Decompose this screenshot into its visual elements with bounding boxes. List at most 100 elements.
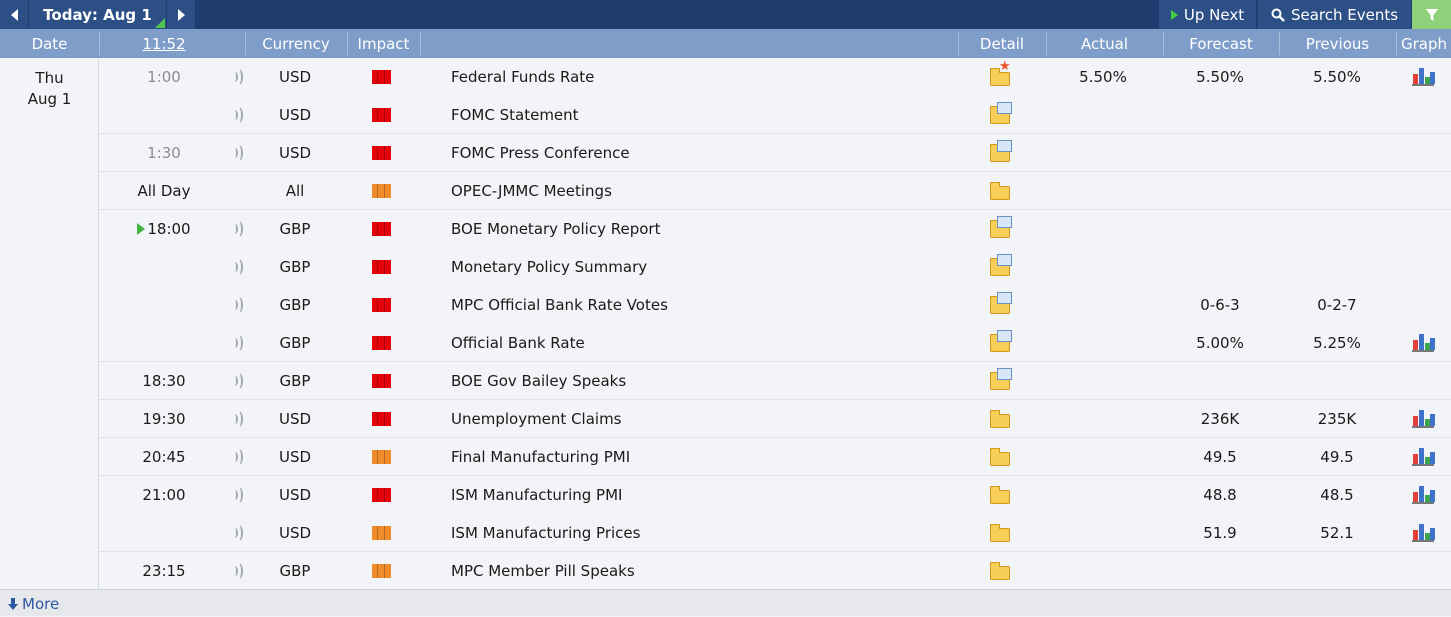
folder-icon[interactable] — [990, 524, 1010, 542]
more-link[interactable]: More — [8, 590, 59, 617]
bar-chart-icon[interactable] — [1412, 486, 1435, 504]
event-row[interactable]: 23:15 GBP MPC Member Pill Speaks — [99, 552, 1451, 590]
graph-cell[interactable] — [1399, 400, 1447, 438]
event-row[interactable]: GBP Official Bank Rate 5.00% 5.25% — [99, 324, 1451, 362]
detail-cell[interactable] — [985, 134, 1015, 172]
event-title[interactable]: FOMC Press Conference — [451, 134, 951, 172]
sound-wave-icon[interactable] — [232, 373, 243, 389]
previous-day-button[interactable] — [0, 0, 28, 29]
graph-cell[interactable] — [1399, 552, 1447, 590]
detail-cell[interactable] — [985, 172, 1015, 210]
folder-icon[interactable] — [990, 486, 1010, 504]
up-next-button[interactable]: Up Next — [1159, 0, 1256, 29]
folder-icon[interactable] — [990, 410, 1010, 428]
event-title[interactable]: BOE Monetary Policy Report — [451, 210, 951, 248]
sound-wave-icon[interactable] — [232, 69, 243, 85]
bar-chart-icon[interactable] — [1412, 68, 1435, 86]
folder-icon[interactable] — [990, 448, 1010, 466]
sound-wave-icon[interactable] — [232, 563, 243, 579]
event-row[interactable]: 1:30 USD FOMC Press Conference — [99, 134, 1451, 172]
event-row[interactable]: 18:30 GBP BOE Gov Bailey Speaks — [99, 362, 1451, 400]
sound-alert-cell[interactable] — [227, 210, 247, 248]
graph-cell[interactable] — [1399, 362, 1447, 400]
event-title[interactable]: BOE Gov Bailey Speaks — [451, 362, 951, 400]
sound-wave-icon[interactable] — [232, 221, 243, 237]
event-row[interactable]: GBP Monetary Policy Summary — [99, 248, 1451, 286]
detail-cell[interactable] — [985, 476, 1015, 514]
detail-cell[interactable] — [985, 248, 1015, 286]
folder-document-icon[interactable] — [990, 140, 1012, 162]
graph-cell[interactable] — [1399, 134, 1447, 172]
event-title[interactable]: Official Bank Rate — [451, 324, 951, 362]
next-day-button[interactable] — [167, 0, 195, 29]
filter-button[interactable] — [1412, 0, 1451, 29]
graph-cell[interactable] — [1399, 514, 1447, 552]
today-button[interactable]: Today: Aug 1 — [29, 0, 166, 29]
graph-cell[interactable] — [1399, 476, 1447, 514]
event-row[interactable]: 20:45 USD Final Manufacturing PMI 49.5 49.5 — [99, 438, 1451, 476]
detail-cell[interactable] — [985, 286, 1015, 324]
detail-cell[interactable] — [985, 210, 1015, 248]
folder-icon[interactable] — [990, 182, 1010, 200]
sound-alert-cell[interactable] — [227, 552, 247, 590]
detail-cell[interactable] — [985, 96, 1015, 134]
sound-alert-cell[interactable] — [227, 58, 247, 96]
event-title[interactable]: Final Manufacturing PMI — [451, 438, 951, 476]
graph-cell[interactable] — [1399, 58, 1447, 96]
event-title[interactable]: ISM Manufacturing Prices — [451, 514, 951, 552]
bar-chart-icon[interactable] — [1412, 410, 1435, 428]
detail-cell[interactable] — [985, 324, 1015, 362]
current-time-link[interactable]: 11:52 — [100, 29, 228, 58]
event-title[interactable]: ISM Manufacturing PMI — [451, 476, 951, 514]
search-events-button[interactable]: Search Events — [1258, 0, 1411, 29]
event-title[interactable]: Monetary Policy Summary — [451, 248, 951, 286]
detail-cell[interactable] — [985, 58, 1015, 96]
event-row[interactable]: USD FOMC Statement — [99, 96, 1451, 134]
event-row[interactable]: USD ISM Manufacturing Prices 51.9 52.1 — [99, 514, 1451, 552]
sound-alert-cell[interactable] — [227, 324, 247, 362]
bar-chart-icon[interactable] — [1412, 334, 1435, 352]
folder-document-icon[interactable] — [990, 254, 1012, 276]
folder-icon[interactable] — [990, 562, 1010, 580]
folder-document-icon[interactable] — [990, 330, 1012, 352]
graph-cell[interactable] — [1399, 210, 1447, 248]
sound-alert-cell[interactable] — [227, 438, 247, 476]
folder-document-icon[interactable] — [990, 292, 1012, 314]
graph-cell[interactable] — [1399, 324, 1447, 362]
sound-alert-cell[interactable] — [227, 96, 247, 134]
event-title[interactable]: Unemployment Claims — [451, 400, 951, 438]
event-row[interactable]: 19:30 USD Unemployment Claims 236K 235K — [99, 400, 1451, 438]
sound-wave-icon[interactable] — [232, 259, 243, 275]
detail-cell[interactable] — [985, 438, 1015, 476]
event-row[interactable]: 1:00 USD Federal Funds Rate 5.50% 5.50% 5.50% — [99, 58, 1451, 96]
folder-star-icon[interactable] — [990, 60, 1011, 86]
event-row[interactable]: 18:00 GBP BOE Monetary Policy Report — [99, 210, 1451, 248]
detail-cell[interactable] — [985, 400, 1015, 438]
sound-wave-icon[interactable] — [232, 335, 243, 351]
event-title[interactable]: MPC Member Pill Speaks — [451, 552, 951, 590]
event-row[interactable]: 21:00 USD ISM Manufacturing PMI 48.8 48.5 — [99, 476, 1451, 514]
sound-alert-cell[interactable] — [227, 476, 247, 514]
detail-cell[interactable] — [985, 514, 1015, 552]
graph-cell[interactable] — [1399, 96, 1447, 134]
detail-cell[interactable] — [985, 552, 1015, 590]
event-title[interactable]: OPEC-JMMC Meetings — [451, 172, 951, 210]
event-title[interactable]: Federal Funds Rate — [451, 58, 951, 96]
sound-alert-cell[interactable] — [227, 248, 247, 286]
graph-cell[interactable] — [1399, 248, 1447, 286]
sound-wave-icon[interactable] — [232, 297, 243, 313]
sound-wave-icon[interactable] — [232, 525, 243, 541]
folder-document-icon[interactable] — [990, 368, 1012, 390]
event-title[interactable]: FOMC Statement — [451, 96, 951, 134]
sound-wave-icon[interactable] — [232, 411, 243, 427]
sound-wave-icon[interactable] — [232, 107, 243, 123]
event-title[interactable]: MPC Official Bank Rate Votes — [451, 286, 951, 324]
graph-cell[interactable] — [1399, 172, 1447, 210]
sound-alert-cell[interactable] — [227, 400, 247, 438]
sound-wave-icon[interactable] — [232, 449, 243, 465]
sound-alert-cell[interactable] — [227, 286, 247, 324]
sound-wave-icon[interactable] — [232, 145, 243, 161]
bar-chart-icon[interactable] — [1412, 448, 1435, 466]
detail-cell[interactable] — [985, 362, 1015, 400]
sound-alert-cell[interactable] — [227, 362, 247, 400]
